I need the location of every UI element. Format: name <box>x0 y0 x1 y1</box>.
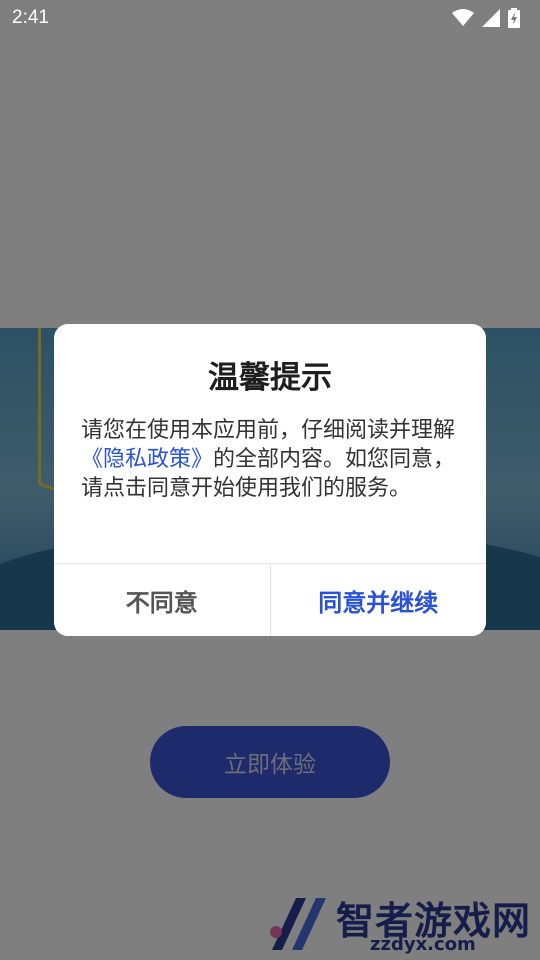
dialog-message: 请您在使用本应用前，仔细阅读并理解《隐私政策》的全部内容。如您同意，请点击同意开… <box>81 416 463 503</box>
status-time: 2:41 <box>12 7 49 28</box>
privacy-policy-link[interactable]: 《隐私政策》 <box>81 447 213 472</box>
battery-charging-icon <box>508 8 520 28</box>
status-icons <box>452 8 520 28</box>
signal-icon <box>482 9 500 27</box>
agree-continue-button[interactable]: 同意并继续 <box>270 564 486 636</box>
disagree-button[interactable]: 不同意 <box>54 564 271 636</box>
status-bar: 2:41 <box>0 0 540 36</box>
dialog-text-before: 请您在使用本应用前，仔细阅读并理解 <box>81 418 456 443</box>
privacy-dialog: 温馨提示 请您在使用本应用前，仔细阅读并理解《隐私政策》的全部内容。如您同意，请… <box>54 324 486 636</box>
wifi-icon <box>452 9 474 26</box>
dialog-title: 温馨提示 <box>208 360 332 396</box>
dialog-actions: 不同意 同意并继续 <box>54 563 486 636</box>
